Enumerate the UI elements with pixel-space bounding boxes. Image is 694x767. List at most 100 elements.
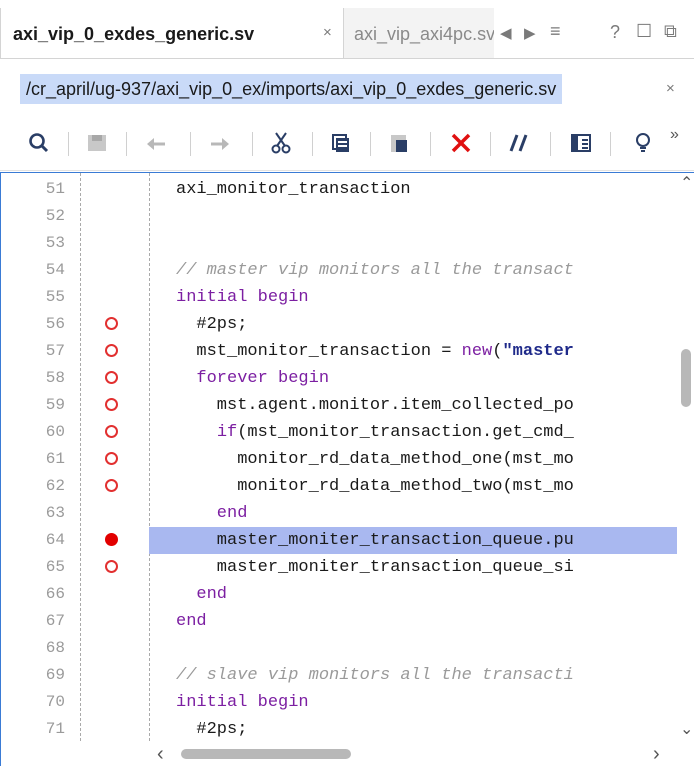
breakpoint-icon[interactable] bbox=[105, 560, 118, 573]
line-number: 64 bbox=[45, 531, 65, 549]
code-line[interactable]: 67 end bbox=[1, 608, 677, 635]
code-token: // slave vip monitors all the transacti bbox=[176, 666, 574, 685]
vertical-scrollbar[interactable]: ⌃ ⌄ bbox=[677, 173, 694, 741]
code-line[interactable]: 55 initial begin bbox=[1, 284, 677, 311]
restore-icon[interactable]: ☐ bbox=[636, 21, 652, 42]
paste-icon[interactable] bbox=[384, 128, 414, 158]
code-text: // master vip monitors all the transact bbox=[176, 257, 574, 284]
horizontal-scroll-thumb[interactable] bbox=[181, 749, 351, 759]
code-line[interactable]: 66 end bbox=[1, 581, 677, 608]
scroll-left-icon[interactable]: ‹ bbox=[157, 743, 164, 766]
line-number: 70 bbox=[45, 693, 65, 711]
breakpoint-icon[interactable] bbox=[105, 452, 118, 465]
breakpoint-icon[interactable] bbox=[105, 479, 118, 492]
code-token: #2ps; bbox=[176, 315, 248, 334]
code-line[interactable]: 53 bbox=[1, 230, 677, 257]
line-number: 60 bbox=[45, 423, 65, 441]
code-text: forever begin bbox=[176, 365, 329, 392]
scroll-down-icon[interactable]: ⌄ bbox=[680, 719, 693, 739]
code-line[interactable]: 54 // master vip monitors all the transac… bbox=[1, 257, 677, 284]
file-path[interactable]: /cr_april/ug-937/axi_vip_0_ex/imports/ax… bbox=[20, 74, 563, 104]
code-token: // master vip monitors all the transact bbox=[176, 261, 574, 280]
code-token: axi_monitor_transaction bbox=[176, 180, 411, 199]
tab-axi-vip-0-exdes-generic[interactable]: axi_vip_0_exdes_generic.sv × bbox=[0, 8, 344, 58]
breakpoint-icon[interactable] bbox=[105, 371, 118, 384]
code-token: master_moniter_transaction_queue_si bbox=[176, 558, 574, 577]
code-line[interactable]: 65 master_moniter_transaction_queue_si bbox=[1, 554, 677, 581]
code-token: monitor_rd_data_method_one(mst_mo bbox=[176, 450, 574, 469]
line-number: 68 bbox=[45, 639, 65, 657]
code-line[interactable]: 62 monitor_rd_data_method_two(mst_mo bbox=[1, 473, 677, 500]
code-token: ( bbox=[492, 342, 503, 361]
code-line[interactable]: 70 initial begin bbox=[1, 689, 677, 716]
code-text: end bbox=[176, 608, 207, 635]
code-text: #2ps; bbox=[176, 716, 247, 741]
redo-icon[interactable] bbox=[204, 128, 234, 158]
code-line[interactable]: 64 master_moniter_transaction_queue.pu bbox=[1, 527, 677, 554]
code-line[interactable]: 58 forever begin bbox=[1, 365, 677, 392]
code-text: axi_monitor_transaction bbox=[176, 176, 411, 203]
vertical-scroll-thumb[interactable] bbox=[681, 349, 691, 407]
toolbar-overflow-icon[interactable]: » bbox=[670, 126, 679, 144]
code-line[interactable]: 57 mst_monitor_transaction = new("master bbox=[1, 338, 677, 365]
delete-icon[interactable] bbox=[446, 128, 476, 158]
code-text: master_moniter_transaction_queue_si bbox=[176, 554, 574, 581]
code-line[interactable]: 69 // slave vip monitors all the transact… bbox=[1, 662, 677, 689]
breakpoint-icon[interactable] bbox=[105, 398, 118, 411]
code-text: mst.agent.monitor.item_collected_po bbox=[176, 392, 574, 419]
tab-next-icon[interactable]: ▶ bbox=[524, 24, 536, 42]
line-number: 59 bbox=[45, 396, 65, 414]
line-number: 56 bbox=[45, 315, 65, 333]
breakpoint-hit-icon[interactable] bbox=[105, 533, 118, 546]
line-number: 52 bbox=[45, 207, 65, 225]
tab-prev-icon[interactable]: ◀ bbox=[500, 24, 512, 42]
code-line[interactable]: 71 #2ps; bbox=[1, 716, 677, 741]
save-icon[interactable] bbox=[82, 128, 112, 158]
code-editor[interactable]: 51 axi_monitor_transaction 52 53 54 // master… bbox=[0, 172, 694, 767]
editor-tab-bar: axi_vip_0_exdes_generic.sv × axi_vip_axi… bbox=[0, 0, 694, 59]
code-token: (mst_monitor_transaction.get_cmd_ bbox=[237, 423, 574, 442]
scroll-up-icon[interactable]: ⌃ bbox=[680, 173, 693, 193]
code-line[interactable]: 68 bbox=[1, 635, 677, 662]
tab-close-icon[interactable]: × bbox=[323, 24, 332, 41]
code-token: initial begin bbox=[176, 288, 309, 307]
cut-icon[interactable] bbox=[266, 128, 296, 158]
code-line[interactable]: 52 bbox=[1, 203, 677, 230]
code-text: // slave vip monitors all the transacti bbox=[176, 662, 574, 689]
breakpoint-icon[interactable] bbox=[105, 425, 118, 438]
line-number: 57 bbox=[45, 342, 65, 360]
code-line[interactable]: 56 #2ps; bbox=[1, 311, 677, 338]
help-icon[interactable]: ? bbox=[610, 22, 620, 43]
code-token: mst.agent.monitor.item_collected_po bbox=[176, 396, 574, 415]
code-line[interactable]: 59 mst.agent.monitor.item_collected_po bbox=[1, 392, 677, 419]
undo-icon[interactable] bbox=[142, 128, 172, 158]
comment-icon[interactable] bbox=[504, 128, 534, 158]
code-text: monitor_rd_data_method_two(mst_mo bbox=[176, 473, 574, 500]
tab-axi-vip-axi4pc[interactable]: axi_vip_axi4pc.sv bbox=[344, 8, 494, 58]
path-close-icon[interactable]: × bbox=[666, 80, 675, 97]
tab-label: axi_vip_axi4pc.sv bbox=[354, 24, 494, 44]
breakpoint-icon[interactable] bbox=[105, 344, 118, 357]
code-area[interactable]: 51 axi_monitor_transaction 52 53 54 // master… bbox=[1, 173, 677, 741]
line-number: 51 bbox=[45, 180, 65, 198]
code-token: monitor_rd_data_method_two(mst_mo bbox=[176, 477, 574, 496]
code-line[interactable]: 51 axi_monitor_transaction bbox=[1, 176, 677, 203]
columns-icon[interactable] bbox=[566, 128, 596, 158]
float-window-icon[interactable]: ⧉ bbox=[664, 21, 677, 42]
horizontal-scrollbar[interactable]: ‹ › bbox=[1, 741, 694, 767]
code-line[interactable]: 61 monitor_rd_data_method_one(mst_mo bbox=[1, 446, 677, 473]
line-number: 54 bbox=[45, 261, 65, 279]
breakpoint-icon[interactable] bbox=[105, 317, 118, 330]
search-icon[interactable] bbox=[24, 128, 54, 158]
code-token: master_moniter_transaction_queue.pu bbox=[176, 531, 574, 550]
scroll-right-icon[interactable]: › bbox=[653, 743, 660, 766]
code-line[interactable]: 60 if(mst_monitor_transaction.get_cmd_ bbox=[1, 419, 677, 446]
tab-menu-icon[interactable]: ≡ bbox=[550, 21, 561, 42]
code-line[interactable]: 63 end bbox=[1, 500, 677, 527]
code-text: master_moniter_transaction_queue.pu bbox=[176, 527, 574, 554]
code-text: monitor_rd_data_method_one(mst_mo bbox=[176, 446, 574, 473]
editor-toolbar: » bbox=[0, 118, 694, 171]
line-number: 67 bbox=[45, 612, 65, 630]
copy-icon[interactable] bbox=[326, 128, 356, 158]
lightbulb-icon[interactable] bbox=[628, 128, 658, 158]
